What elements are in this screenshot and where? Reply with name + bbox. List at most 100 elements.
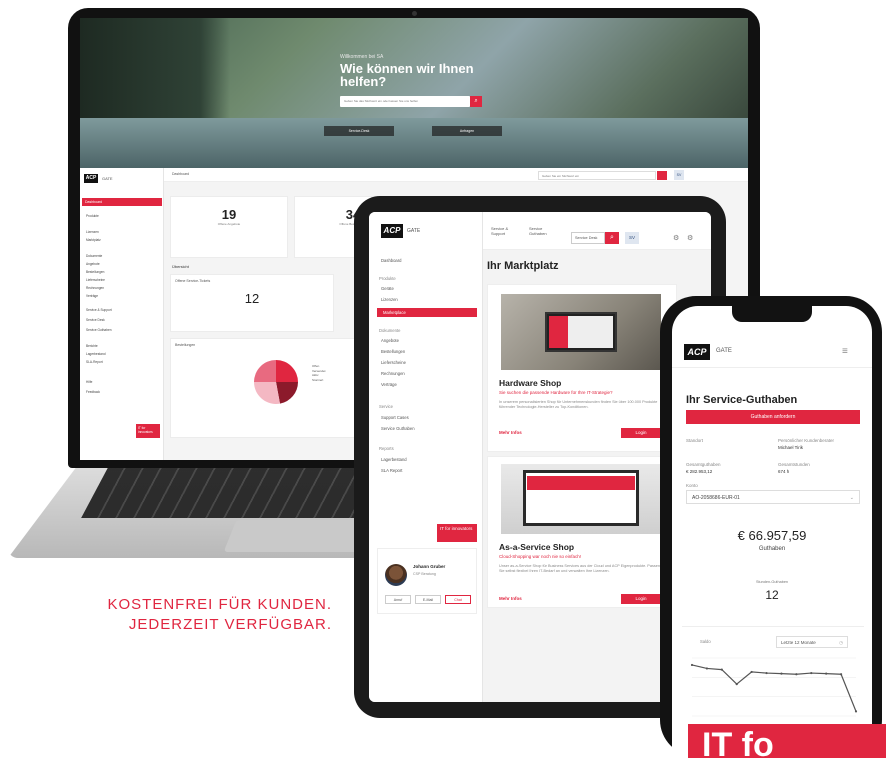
acp-logo: ACP bbox=[84, 174, 98, 183]
field-value: € 282.953,12 bbox=[686, 469, 713, 474]
sidebar-item[interactable]: Bestellungen bbox=[381, 349, 405, 354]
data-point bbox=[854, 710, 858, 713]
gear-icon[interactable]: ⚙ bbox=[673, 234, 679, 242]
card-title: As-a-Service Shop bbox=[499, 542, 575, 552]
sidebar-item[interactable]: Rechnungen bbox=[381, 371, 405, 376]
konto-label: Konto bbox=[686, 483, 698, 488]
sidebar-item[interactable]: Marktplatz bbox=[86, 238, 101, 242]
card-offene-angebote[interactable]: 19 Offene Angebote bbox=[170, 196, 288, 258]
email-button[interactable]: E-Mail bbox=[415, 595, 441, 604]
card-label: Offene Angebote bbox=[217, 222, 241, 226]
more-info-link[interactable]: Mehr Infos bbox=[499, 596, 522, 601]
tagline-line-1: KOSTENFREI FÜR KUNDEN. bbox=[107, 596, 332, 613]
pie-slice bbox=[276, 360, 298, 382]
sidebar-item[interactable]: Service Guthaben bbox=[86, 328, 112, 332]
card-subtitle: Sie suchen die passende Hardware für Ihr… bbox=[499, 390, 613, 395]
sidebar-item[interactable]: Service Desk bbox=[86, 318, 105, 322]
breadcrumb[interactable]: Dashboard bbox=[172, 172, 189, 176]
sidebar-item[interactable]: Produkte bbox=[86, 214, 99, 218]
menu-icon[interactable]: ≡ bbox=[842, 346, 848, 357]
konto-value: AO-2058686-EUR-01 bbox=[692, 495, 740, 501]
hero-search-input[interactable]: Geben Sie das Stichwort ein oder lassen … bbox=[340, 96, 470, 107]
konto-select[interactable]: AO-2058686-EUR-01 ⌄ bbox=[686, 490, 860, 504]
sidebar-item[interactable]: Lieferscheine bbox=[86, 278, 105, 282]
hero-title: Wie können wir Ihnen helfen? bbox=[340, 61, 474, 89]
call-button[interactable]: Anruf bbox=[385, 595, 411, 604]
laptop-search-button[interactable] bbox=[657, 171, 667, 180]
sidebar-item-marketplace[interactable]: Marketplace bbox=[377, 308, 477, 317]
overview-title: Übersicht bbox=[172, 264, 189, 269]
acp-logo: ACP bbox=[381, 224, 403, 238]
data-point bbox=[705, 667, 709, 670]
breadcrumb-service-support[interactable]: Service & Support bbox=[491, 226, 521, 236]
card-value: 19 bbox=[221, 207, 237, 222]
sidebar-item[interactable]: SLA Report bbox=[381, 468, 402, 473]
laptop-search-input[interactable]: Geben Sie ein Stichwort ein bbox=[538, 171, 656, 180]
camera-icon bbox=[412, 11, 417, 16]
it-banner: IT fo bbox=[688, 724, 886, 758]
card-value: 12 bbox=[244, 291, 260, 306]
search-icon[interactable]: ⌕ bbox=[605, 232, 619, 244]
sidebar-item[interactable]: Verträge bbox=[381, 382, 397, 387]
hours-value: 12 bbox=[765, 588, 779, 602]
period-select[interactable]: Letzte 12 Monate ◷ bbox=[776, 636, 848, 648]
sidebar-item[interactable]: Lieferscheine bbox=[381, 360, 406, 365]
field-value: Michael Tirik bbox=[778, 445, 804, 450]
chat-button[interactable]: Chat bbox=[445, 595, 471, 604]
data-point bbox=[690, 663, 694, 667]
sidebar-item[interactable]: Lagerbestand bbox=[381, 457, 407, 462]
sidebar-item[interactable]: Angebote bbox=[86, 262, 100, 266]
card-service-tickets[interactable]: Offene Service-Tickets 12 bbox=[170, 274, 334, 332]
sidebar-item[interactable]: Lizenzen bbox=[381, 297, 398, 302]
it-innovators-badge: IT for innovators bbox=[136, 424, 160, 438]
calendar-icon: ◷ bbox=[839, 640, 843, 645]
sidebar-item[interactable]: SLA-Report bbox=[86, 360, 103, 364]
sidebar-item[interactable]: Verträge bbox=[86, 294, 98, 298]
balance-line-chart: MärAprMaiJunJulAugSepOktNovDezJanFeb bbox=[689, 657, 860, 728]
service-desk-select[interactable]: Service Desk bbox=[571, 232, 605, 244]
field-value: 674 h bbox=[778, 469, 790, 474]
sidebar-item-dashboard[interactable]: Dashboard bbox=[381, 258, 402, 263]
data-point bbox=[780, 672, 783, 675]
field-label: Gesamtguthaben bbox=[686, 462, 721, 467]
sidebar-item[interactable]: Hilfe bbox=[86, 380, 92, 384]
sidebar-item[interactable]: Support Cases bbox=[381, 415, 409, 420]
user-avatar[interactable]: SV bbox=[674, 170, 684, 180]
laptop-sidebar bbox=[80, 168, 164, 460]
sidebar-item[interactable]: Berichte bbox=[86, 344, 98, 348]
login-button[interactable]: Login bbox=[621, 594, 661, 604]
service-desk-button[interactable]: Service-Desk bbox=[324, 126, 394, 136]
pie-slice bbox=[254, 382, 280, 404]
sidebar-item[interactable]: Angebote bbox=[381, 338, 399, 343]
sidebar-item[interactable]: Lizenzen bbox=[86, 230, 99, 234]
sidebar-item[interactable]: Lagerbestand bbox=[86, 352, 106, 356]
balance-series-line bbox=[691, 664, 857, 712]
sidebar-item[interactable]: Geräte bbox=[381, 286, 394, 291]
more-info-link[interactable]: Mehr Infos bbox=[499, 430, 522, 435]
sidebar-item[interactable]: Service & Support bbox=[86, 308, 112, 312]
sidebar-item[interactable]: Bestellungen bbox=[86, 270, 104, 274]
monitor-image-banner bbox=[527, 476, 635, 490]
login-button[interactable]: Login bbox=[621, 428, 661, 438]
sidebar-item-dashboard[interactable]: Dashboard bbox=[82, 198, 162, 206]
orders-pie-chart bbox=[254, 360, 298, 404]
gate-label: GATE bbox=[407, 228, 421, 234]
hero-welcome: Willkommen bei SA bbox=[340, 54, 384, 60]
request-credit-button[interactable]: Guthaben anfordern bbox=[686, 410, 860, 424]
sidebar-item[interactable]: Rechnungen bbox=[86, 286, 104, 290]
breadcrumb-service-guthaben[interactable]: Service Guthaben bbox=[529, 226, 559, 236]
laptop-image-screen bbox=[549, 316, 613, 348]
sidebar-item[interactable]: Dokumente bbox=[86, 254, 102, 258]
settings-icon[interactable]: ⚙ bbox=[687, 234, 693, 242]
anfragen-button[interactable]: Anfragen bbox=[432, 126, 502, 136]
user-avatar[interactable]: SV bbox=[625, 232, 639, 244]
gate-label: GATE bbox=[102, 176, 113, 181]
field-label: Persönlicher Kundenberater bbox=[778, 438, 835, 443]
sidebar-item[interactable]: Service Guthaben bbox=[381, 426, 415, 431]
hero-lake bbox=[80, 118, 748, 168]
sidebar-section: Produkte bbox=[379, 276, 396, 281]
sidebar-item[interactable]: Feedback bbox=[86, 390, 100, 394]
data-point bbox=[720, 668, 723, 671]
search-icon[interactable]: ⌕ bbox=[470, 96, 482, 107]
data-point bbox=[825, 672, 828, 675]
